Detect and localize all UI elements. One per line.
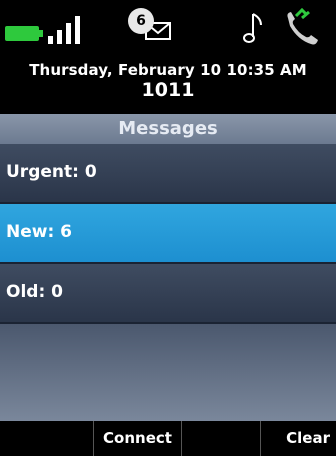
- message-count-badge: 6: [128, 8, 154, 34]
- voicemail-icon: 6: [128, 8, 182, 46]
- status-bar: 6: [0, 0, 336, 56]
- phone-screen: 6 Thursday, February 10 10:35 AM 1011 Me…: [0, 0, 336, 456]
- list-item-label: Old: 0: [6, 282, 63, 302]
- date-time: Thursday, February 10 10:35 AM: [29, 61, 307, 79]
- screen-title: Messages: [118, 118, 218, 139]
- extension-number: 1011: [141, 79, 195, 101]
- softkey-3[interactable]: [181, 421, 260, 456]
- clear-softkey[interactable]: Clear: [260, 421, 336, 456]
- music-note-icon: [242, 10, 266, 44]
- list-item-old[interactable]: Old: 0: [0, 264, 336, 324]
- list-item-label: New: 6: [6, 222, 73, 242]
- softkey-1[interactable]: [0, 421, 93, 456]
- signal-icon: [48, 14, 92, 44]
- screen-title-bar: Messages: [0, 114, 336, 144]
- list-item-urgent[interactable]: Urgent: 0: [0, 144, 336, 204]
- handset-icon: [282, 7, 322, 48]
- softkey-bar: Connect Clear: [0, 421, 336, 456]
- battery-icon: [5, 26, 43, 41]
- list-item-label: Urgent: 0: [6, 162, 97, 182]
- message-list: Urgent: 0 New: 6 Old: 0: [0, 144, 336, 324]
- empty-area: [0, 324, 336, 421]
- connect-softkey[interactable]: Connect: [93, 421, 181, 456]
- list-item-new[interactable]: New: 6: [0, 204, 336, 264]
- date-extension-header: Thursday, February 10 10:35 AM 1011: [0, 56, 336, 114]
